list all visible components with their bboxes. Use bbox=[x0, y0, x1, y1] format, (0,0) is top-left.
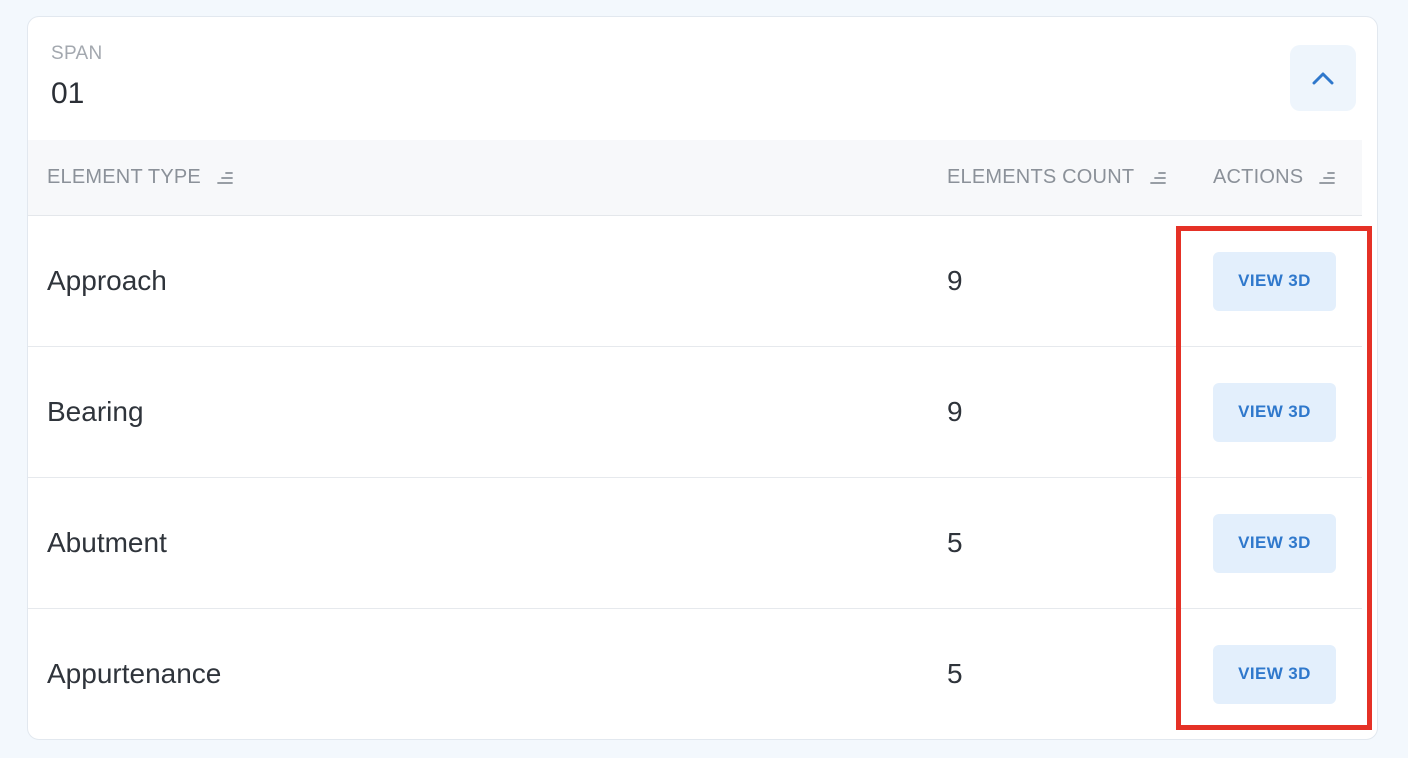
view-3d-button[interactable]: VIEW 3D bbox=[1213, 644, 1336, 704]
span-header: SPAN 01 bbox=[51, 43, 103, 111]
table-header: ELEMENT TYPE ELEMENTS COUNT ACTIONS bbox=[28, 140, 1362, 216]
elements-count-cell: 5 bbox=[947, 527, 963, 558]
element-type-cell: Bearing bbox=[47, 396, 144, 427]
element-type-cell: Appurtenance bbox=[47, 658, 222, 689]
table-row: Abutment 5 VIEW 3D bbox=[28, 478, 1362, 609]
actions-cell: VIEW 3D bbox=[1213, 478, 1336, 608]
span-card: SPAN 01 ELEMENT TYPE ELEMENTS COUNT ACTI… bbox=[27, 16, 1378, 740]
actions-cell: VIEW 3D bbox=[1213, 609, 1336, 739]
span-value: 01 bbox=[51, 77, 85, 110]
column-header-elements-count[interactable]: ELEMENTS COUNT bbox=[947, 140, 1168, 215]
view-3d-button[interactable]: VIEW 3D bbox=[1213, 513, 1336, 573]
actions-cell: VIEW 3D bbox=[1213, 347, 1336, 477]
element-type-cell: Approach bbox=[47, 265, 167, 296]
table-row: Appurtenance 5 VIEW 3D bbox=[28, 609, 1362, 739]
elements-count-cell: 9 bbox=[947, 265, 963, 296]
sort-icon[interactable] bbox=[217, 171, 235, 185]
column-header-label: ELEMENTS COUNT bbox=[947, 166, 1135, 188]
table-row: Bearing 9 VIEW 3D bbox=[28, 347, 1362, 478]
span-label: SPAN bbox=[51, 43, 103, 64]
collapse-button[interactable] bbox=[1290, 45, 1356, 111]
column-header-actions[interactable]: ACTIONS bbox=[1213, 140, 1337, 215]
element-type-cell: Abutment bbox=[47, 527, 167, 558]
column-header-label: ELEMENT TYPE bbox=[47, 166, 201, 188]
elements-count-cell: 9 bbox=[947, 396, 963, 427]
element-type-table: ELEMENT TYPE ELEMENTS COUNT ACTIONS Appr… bbox=[28, 140, 1362, 739]
chevron-up-icon bbox=[1312, 72, 1334, 85]
column-header-element-type[interactable]: ELEMENT TYPE bbox=[47, 140, 235, 215]
column-header-label: ACTIONS bbox=[1213, 166, 1304, 188]
sort-icon[interactable] bbox=[1319, 171, 1337, 185]
actions-cell: VIEW 3D bbox=[1213, 216, 1336, 346]
view-3d-button[interactable]: VIEW 3D bbox=[1213, 382, 1336, 442]
sort-icon[interactable] bbox=[1150, 171, 1168, 185]
elements-count-cell: 5 bbox=[947, 658, 963, 689]
view-3d-button[interactable]: VIEW 3D bbox=[1213, 251, 1336, 311]
table-row: Approach 9 VIEW 3D bbox=[28, 216, 1362, 347]
